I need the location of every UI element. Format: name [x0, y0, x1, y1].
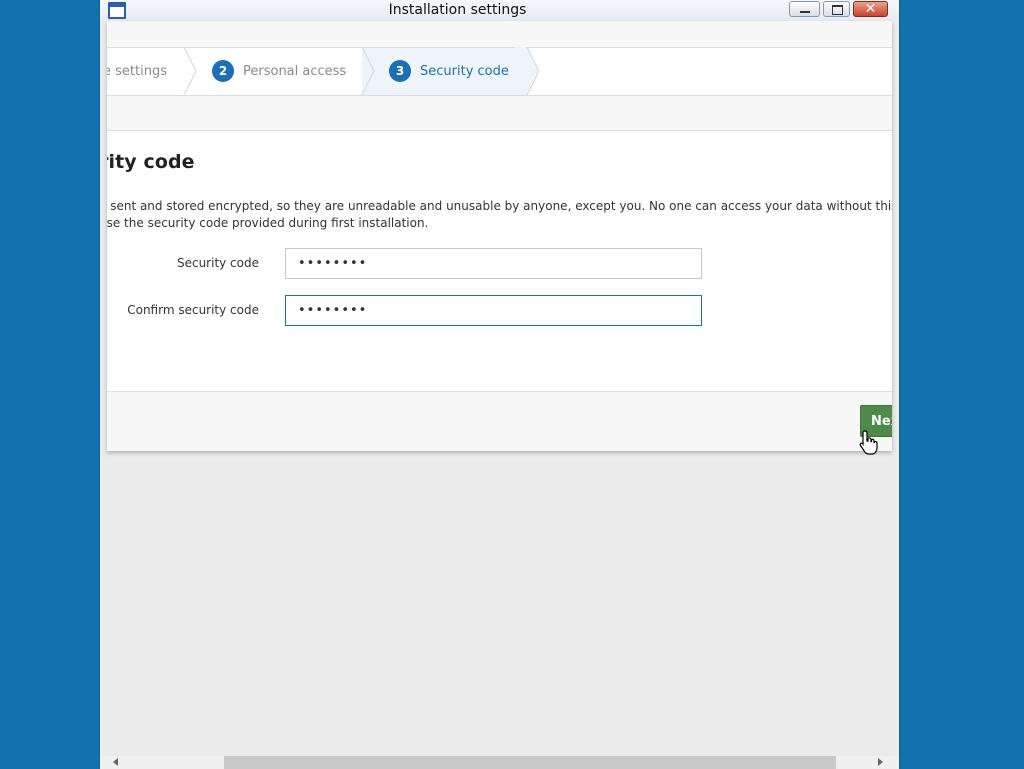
- scroll-left-icon[interactable]: [113, 758, 118, 766]
- wizard-step-3-number: 3: [389, 59, 411, 82]
- wizard-step-2-number: 2: [212, 59, 234, 82]
- hand-cursor-icon: [859, 430, 878, 455]
- step-separator-icon: [515, 47, 539, 95]
- installation-window: Installation settings ✕ e settings 2 Pers…: [100, 0, 899, 769]
- description-line-1: e sent and stored encrypted, so they are…: [107, 199, 892, 213]
- close-button[interactable]: ✕: [853, 1, 888, 17]
- minimize-button[interactable]: [789, 1, 820, 17]
- wizard-step-2[interactable]: 2 Personal access: [212, 48, 346, 95]
- horizontal-scrollbar[interactable]: [100, 756, 899, 769]
- section-description: e sent and stored encrypted, so they are…: [107, 198, 892, 232]
- wizard-step-3[interactable]: 3 Security code: [389, 48, 509, 95]
- wizard-steps: e settings 2 Personal access 3 Security co…: [107, 47, 892, 96]
- security-code-label: Security code: [176, 256, 259, 270]
- top-strip: [107, 21, 892, 48]
- close-icon: ✕: [864, 1, 877, 17]
- step-separator-icon: [183, 47, 197, 95]
- wizard-step-1[interactable]: e settings: [107, 48, 167, 95]
- settings-card: e settings 2 Personal access 3 Security co…: [107, 21, 892, 451]
- wizard-step-2-label: Personal access: [243, 64, 347, 79]
- scroll-right-icon[interactable]: [878, 758, 883, 766]
- window-title: Installation settings: [388, 2, 527, 18]
- card-footer: Nex: [107, 391, 892, 451]
- maximize-button[interactable]: [823, 1, 850, 17]
- sub-header-strip: [107, 96, 892, 131]
- wizard-step-1-label: e settings: [107, 64, 167, 79]
- title-bar[interactable]: Installation settings ✕: [100, 0, 899, 22]
- security-code-input[interactable]: ••••••••: [285, 248, 702, 279]
- step-separator-icon: [361, 47, 375, 95]
- wizard-step-3-label: Security code: [420, 64, 509, 79]
- confirm-security-code-input[interactable]: ••••••••: [285, 295, 702, 326]
- section-heading: rity code: [107, 151, 195, 173]
- scrollbar-thumb[interactable]: [224, 756, 836, 769]
- confirm-security-code-label: Confirm security code: [127, 303, 259, 317]
- description-line-2: use the security code provided during fi…: [107, 216, 429, 230]
